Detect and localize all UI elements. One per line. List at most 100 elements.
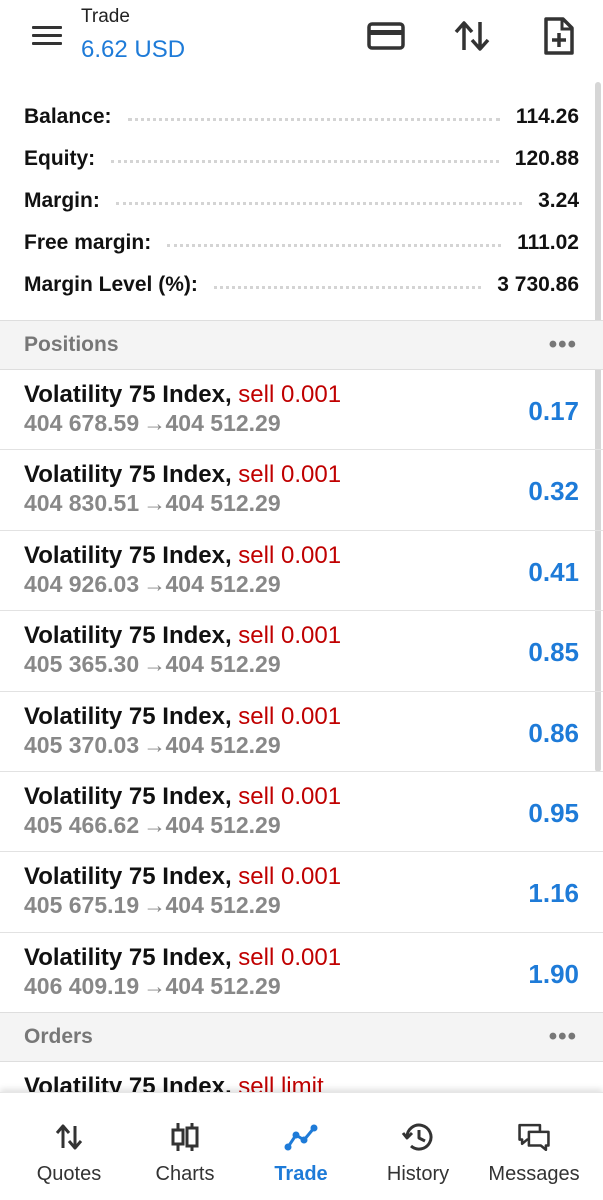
position-symbol: Volatility 75 Index, <box>24 782 232 810</box>
position-profit: 0.17 <box>528 396 579 426</box>
dotted-leader <box>213 285 482 289</box>
summary-label: Balance: <box>24 105 112 128</box>
arrow-icon: → <box>143 651 167 678</box>
current-price: 404 512.29 <box>165 811 281 838</box>
more-options-icon[interactable]: ••• <box>549 333 577 357</box>
position-profit: 0.95 <box>528 797 579 828</box>
nav-trade[interactable]: Trade <box>256 1093 346 1200</box>
bottom-navigation: Quotes Charts Trade History Messages <box>0 1092 603 1200</box>
summary-label: Equity: <box>24 147 96 170</box>
new-order-icon[interactable] <box>537 14 581 58</box>
position-profit: 1.90 <box>528 958 579 989</box>
nav-quotes[interactable]: Quotes <box>22 1093 116 1200</box>
current-price: 404 512.29 <box>165 490 281 517</box>
position-symbol: Volatility 75 Index, <box>24 541 232 569</box>
position-row[interactable]: Volatility 75 Index, sell 0.001 404 926.… <box>0 531 603 612</box>
position-symbol: Volatility 75 Index, <box>24 381 232 408</box>
current-price: 404 512.29 <box>165 972 281 999</box>
position-side: sell 0.001 <box>238 461 342 489</box>
nav-messages[interactable]: Messages <box>484 1093 584 1200</box>
summary-row-balance: Balance: 114.26 <box>0 96 603 138</box>
arrow-icon: → <box>143 731 167 758</box>
open-price: 405 370.03 <box>24 731 140 758</box>
open-price: 406 409.19 <box>24 972 140 999</box>
position-row[interactable]: Volatility 75 Index, sell 0.001 405 365.… <box>0 611 603 692</box>
position-symbol: Volatility 75 Index, <box>24 943 232 971</box>
arrow-icon: → <box>143 570 167 597</box>
arrow-icon: → <box>143 490 167 517</box>
nav-label: Charts <box>155 1163 215 1185</box>
position-side: sell 0.001 <box>238 622 342 650</box>
dotted-leader <box>127 117 500 121</box>
section-title: Orders <box>24 1025 93 1048</box>
position-side: sell 0.001 <box>238 381 342 408</box>
position-side: sell 0.001 <box>238 541 342 569</box>
quotes-icon <box>52 1121 86 1153</box>
current-price: 404 512.29 <box>165 731 281 758</box>
account-summary: Balance: 114.26 Equity: 120.88 Margin: 3… <box>0 96 603 306</box>
current-price: 404 512.29 <box>165 651 281 678</box>
positions-section-header: Positions ••• <box>0 320 603 370</box>
position-symbol: Volatility 75 Index, <box>24 622 232 650</box>
nav-history[interactable]: History <box>372 1093 464 1200</box>
summary-row-margin-level: Margin Level (%): 3 730.86 <box>0 264 603 306</box>
position-profit: 1.16 <box>528 878 579 909</box>
summary-value: 3 730.86 <box>497 273 579 296</box>
position-profit: 0.86 <box>528 717 579 748</box>
page-title: Trade <box>81 6 130 27</box>
top-app-bar: Trade 6.62 USD <box>0 0 603 78</box>
summary-value: 3.24 <box>538 189 579 212</box>
summary-row-equity: Equity: 120.88 <box>0 138 603 180</box>
dotted-leader <box>111 159 499 163</box>
candlestick-chart-icon <box>168 1121 202 1153</box>
nav-charts[interactable]: Charts <box>140 1093 230 1200</box>
summary-label: Margin Level (%): <box>24 273 198 296</box>
nav-label: Trade <box>274 1163 328 1185</box>
summary-value: 120.88 <box>514 147 579 170</box>
arrow-icon: → <box>143 410 167 436</box>
nav-label: Quotes <box>36 1163 102 1185</box>
position-symbol: Volatility 75 Index, <box>24 863 232 891</box>
position-profit: 0.85 <box>528 637 579 668</box>
position-row[interactable]: Volatility 75 Index, sell 0.001 405 370.… <box>0 692 603 772</box>
nav-label: History <box>386 1163 450 1185</box>
open-price: 404 678.59 <box>24 410 140 436</box>
position-row[interactable]: Volatility 75 Index, sell 0.001 404 830.… <box>0 450 603 531</box>
open-price: 405 365.30 <box>24 651 140 678</box>
arrow-icon: → <box>143 892 167 919</box>
chat-bubbles-icon <box>517 1121 551 1153</box>
nav-label: Messages <box>488 1163 580 1185</box>
open-price: 405 675.19 <box>24 892 140 919</box>
orders-section-header: Orders ••• <box>0 1012 603 1062</box>
position-row[interactable]: Volatility 75 Index, sell 0.001 405 675.… <box>0 852 603 933</box>
summary-row-free-margin: Free margin: 111.02 <box>0 222 603 264</box>
sort-arrows-icon[interactable] <box>450 14 494 58</box>
history-icon <box>401 1121 435 1153</box>
summary-label: Margin: <box>24 189 100 212</box>
open-price: 404 830.51 <box>24 490 140 517</box>
position-row[interactable]: Volatility 75 Index, sell 0.001 405 466.… <box>0 772 603 853</box>
arrow-icon: → <box>143 811 167 838</box>
dotted-leader <box>167 243 502 247</box>
current-price: 404 512.29 <box>165 570 281 597</box>
summary-value: 111.02 <box>517 231 579 254</box>
position-row[interactable]: Volatility 75 Index, sell 0.001 406 409.… <box>0 933 603 1014</box>
position-side: sell 0.001 <box>238 863 342 891</box>
current-price: 404 512.29 <box>165 410 281 436</box>
trade-line-icon <box>284 1121 318 1153</box>
more-options-icon[interactable]: ••• <box>549 1025 577 1049</box>
section-title: Positions <box>24 333 119 356</box>
position-profit: 0.41 <box>528 556 579 587</box>
summary-row-margin: Margin: 3.24 <box>0 180 603 222</box>
positions-list: Volatility 75 Index, sell 0.001 404 678.… <box>0 370 603 1014</box>
credit-card-icon[interactable] <box>364 14 408 58</box>
menu-icon[interactable] <box>26 22 64 50</box>
open-price: 405 466.62 <box>24 811 140 838</box>
position-side: sell 0.001 <box>238 702 342 730</box>
summary-label: Free margin: <box>24 231 152 254</box>
position-side: sell 0.001 <box>238 782 342 810</box>
position-row[interactable]: Volatility 75 Index, sell 0.001 404 678.… <box>0 370 603 451</box>
arrow-icon: → <box>143 972 167 999</box>
current-price: 404 512.29 <box>165 892 281 919</box>
position-side: sell 0.001 <box>238 943 342 971</box>
